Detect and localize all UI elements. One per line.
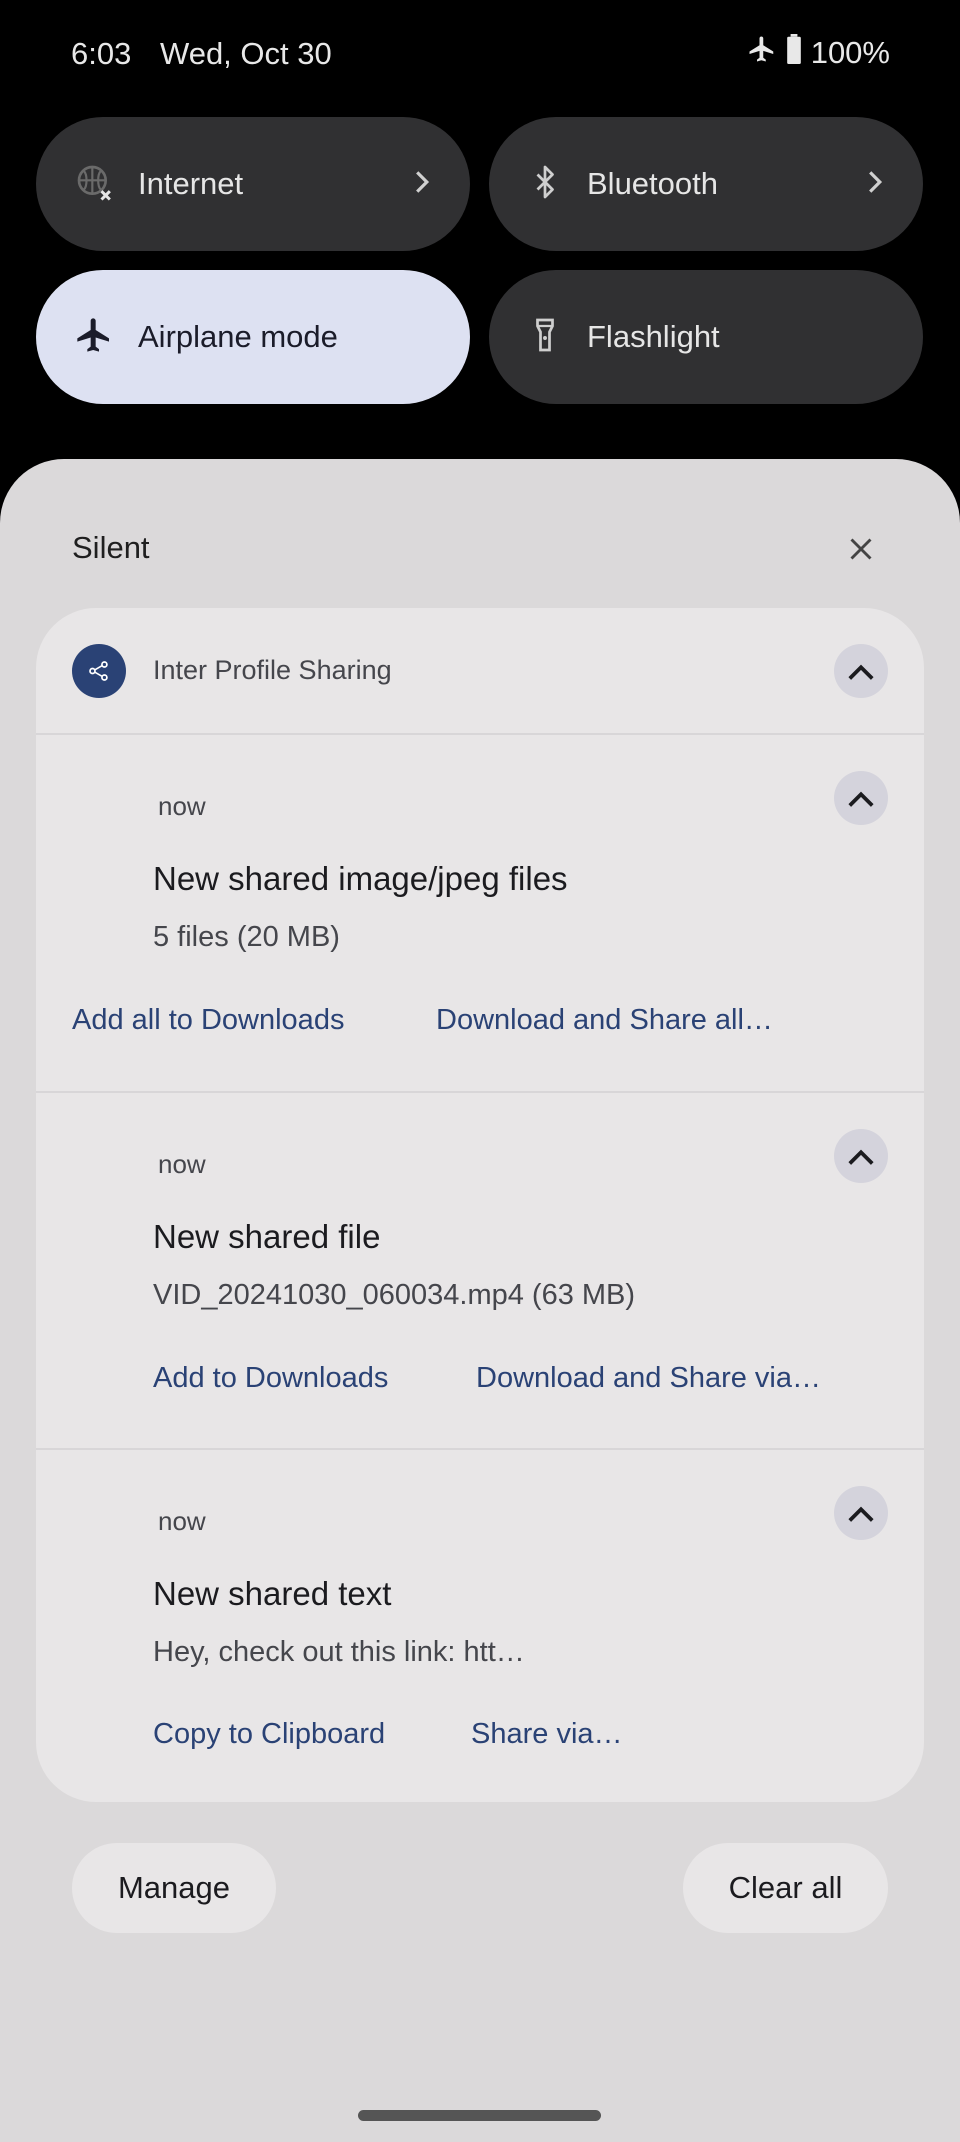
clock: 6:03 xyxy=(71,36,132,71)
tile-bluetooth[interactable]: Bluetooth xyxy=(489,117,923,251)
copy-to-clipboard-button[interactable]: Copy to Clipboard xyxy=(153,1718,385,1751)
section-title: Silent xyxy=(72,530,150,565)
manage-button[interactable]: Manage xyxy=(72,1843,276,1933)
tile-internet[interactable]: Internet xyxy=(36,117,470,251)
chevron-right-icon xyxy=(867,169,883,200)
chevron-up-icon xyxy=(848,1149,874,1165)
chevron-up-icon xyxy=(848,664,874,680)
add-to-downloads-button[interactable]: Add to Downloads xyxy=(153,1362,388,1395)
airplane-icon xyxy=(74,315,114,360)
collapse-button[interactable] xyxy=(834,771,888,825)
home-gesture-handle[interactable] xyxy=(358,2110,601,2121)
download-and-share-via-button[interactable]: Download and Share via… xyxy=(476,1362,821,1395)
add-all-to-downloads-button[interactable]: Add all to Downloads xyxy=(72,1004,344,1037)
date: Wed, Oct 30 xyxy=(160,36,332,71)
tile-flashlight[interactable]: Flashlight xyxy=(489,270,923,404)
tile-label: Internet xyxy=(138,166,244,201)
notification-text: Hey, check out this link: htt… xyxy=(153,1636,525,1668)
close-icon[interactable] xyxy=(842,530,880,568)
download-and-share-all-button[interactable]: Download and Share all… xyxy=(436,1004,773,1037)
notification-text: VID_20241030_060034.mp4 (63 MB) xyxy=(153,1279,636,1311)
notification-item[interactable]: now New shared file VID_20241030_060034.… xyxy=(36,1093,924,1449)
app-name: Inter Profile Sharing xyxy=(153,655,392,685)
notification-time: now xyxy=(158,1506,206,1536)
tile-label: Flashlight xyxy=(587,319,720,354)
collapse-group-button[interactable] xyxy=(834,644,888,698)
notification-item[interactable]: now New shared text Hey, check out this … xyxy=(36,1450,924,1802)
notification-time: now xyxy=(158,1149,206,1179)
notification-time: now xyxy=(158,791,206,821)
tile-label: Bluetooth xyxy=(587,166,718,201)
status-icons: 100% xyxy=(747,34,890,72)
chevron-right-icon xyxy=(414,169,430,200)
share-via-button[interactable]: Share via… xyxy=(471,1718,623,1751)
chevron-up-icon xyxy=(848,1506,874,1522)
notification-title: New shared image/jpeg files xyxy=(153,860,568,897)
status-bar: 6:03 Wed, Oct 30 100% xyxy=(0,0,960,110)
tile-airplane-mode[interactable]: Airplane mode xyxy=(36,270,470,404)
clear-all-button[interactable]: Clear all xyxy=(683,1843,888,1933)
notification-group: Inter Profile Sharing now New shared ima… xyxy=(36,608,924,1802)
tile-label: Airplane mode xyxy=(138,319,338,354)
notification-item[interactable]: now New shared image/jpeg files 5 files … xyxy=(36,735,924,1091)
share-icon xyxy=(72,644,126,698)
collapse-button[interactable] xyxy=(834,1486,888,1540)
chevron-up-icon xyxy=(848,791,874,807)
notification-title: New shared file xyxy=(153,1218,381,1255)
bluetooth-icon xyxy=(527,162,563,207)
flashlight-icon xyxy=(527,315,563,360)
collapse-button[interactable] xyxy=(834,1129,888,1183)
notification-text: 5 files (20 MB) xyxy=(153,921,340,953)
airplane-icon xyxy=(747,34,777,72)
battery-icon xyxy=(785,34,803,72)
globe-off-icon xyxy=(74,162,114,207)
notification-title: New shared text xyxy=(153,1575,392,1612)
battery-level: 100% xyxy=(810,35,890,70)
notification-group-header[interactable]: Inter Profile Sharing xyxy=(36,608,924,733)
